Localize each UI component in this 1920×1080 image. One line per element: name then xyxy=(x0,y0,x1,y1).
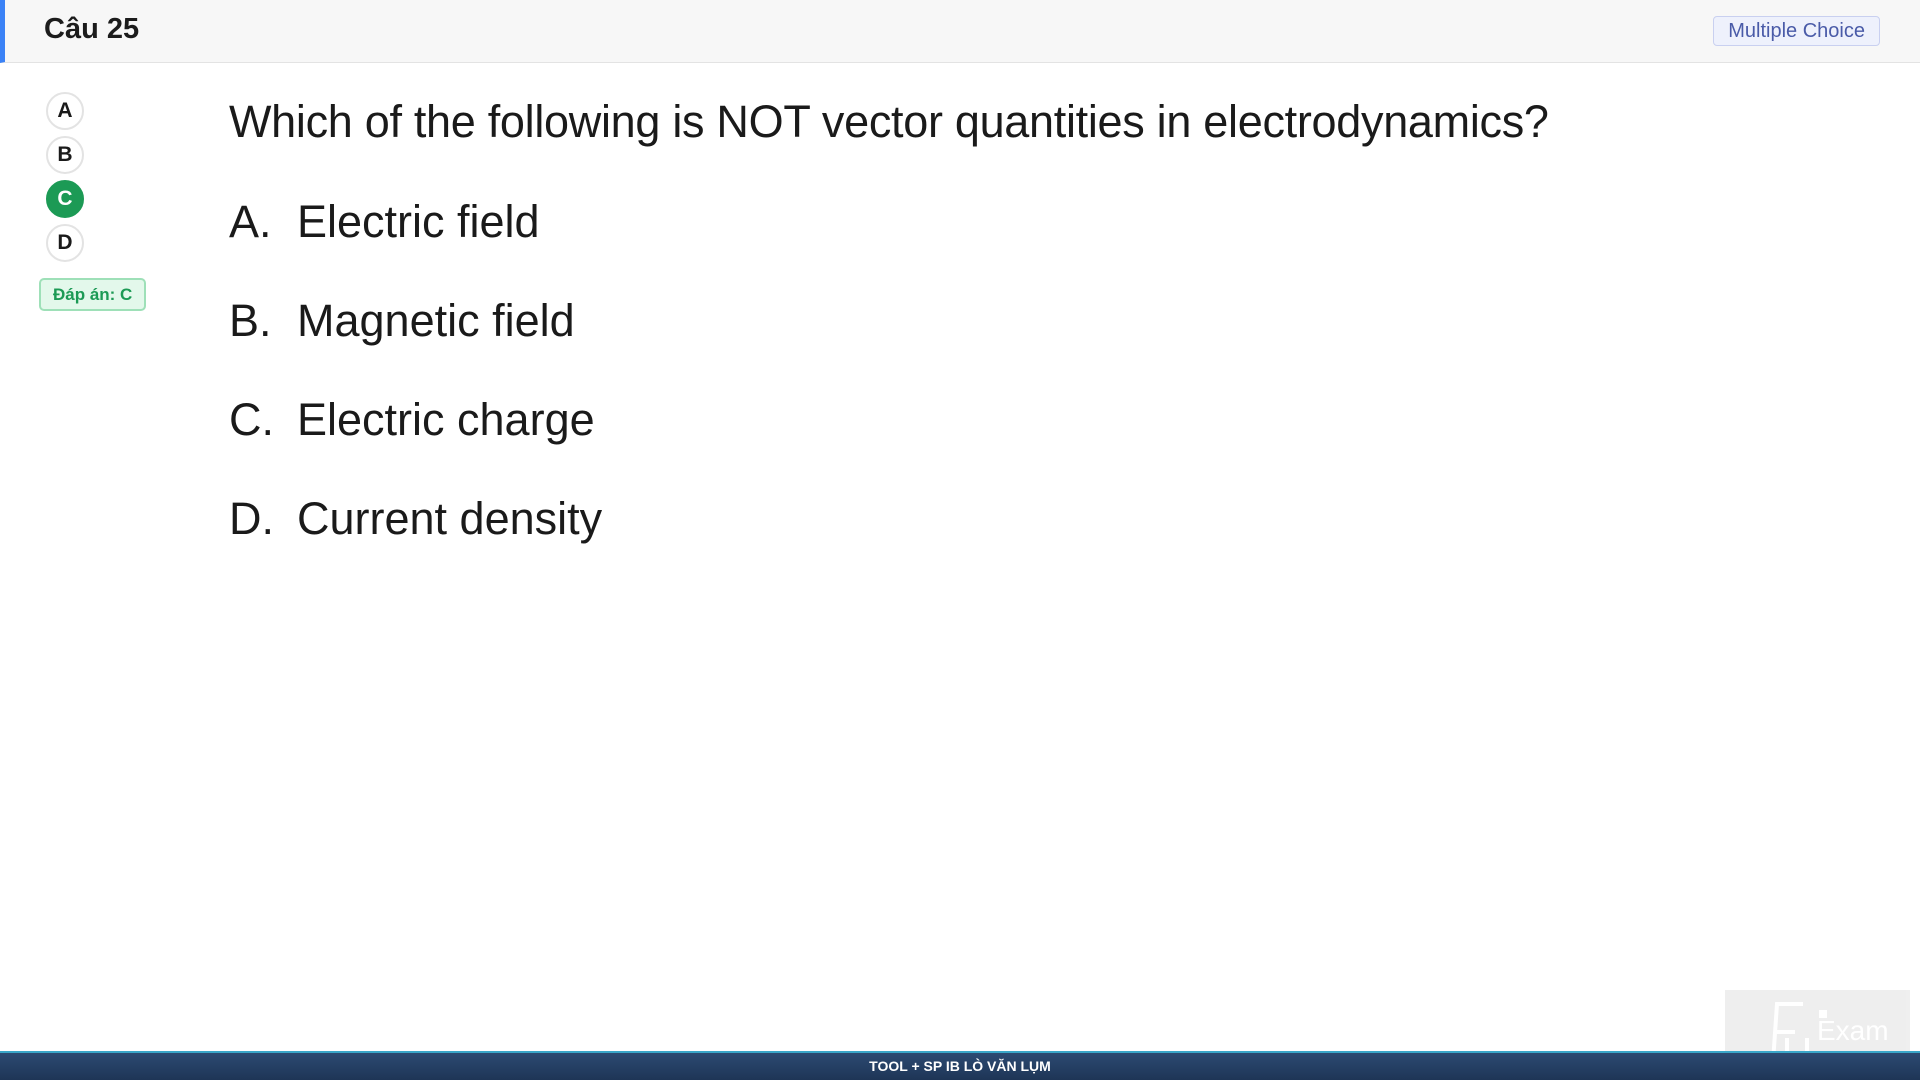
option-text: Magnetic field xyxy=(297,295,575,346)
option-a: A. Electric field xyxy=(229,192,1829,291)
option-letter: A. xyxy=(229,196,272,247)
option-text: Current density xyxy=(297,493,603,544)
option-c: C. Electric charge xyxy=(229,390,1829,489)
choice-c-button[interactable]: C xyxy=(46,180,84,218)
footer-bar: TOOL + SP IB LÒ VĂN LỤM xyxy=(0,1051,1920,1080)
choice-a-button[interactable]: A xyxy=(46,92,84,130)
question-content: Which of the following is NOT vector qua… xyxy=(229,92,1829,588)
choice-d-button[interactable]: D xyxy=(46,224,84,262)
option-b: B. Magnetic field xyxy=(229,291,1829,390)
watermark-text: Exam xyxy=(1817,1015,1889,1046)
option-text: Electric field xyxy=(297,196,540,247)
question-header: Câu 25 Multiple Choice xyxy=(0,0,1920,63)
question-number: Câu 25 xyxy=(44,13,140,45)
option-letter: C. xyxy=(229,394,274,445)
correct-answer-badge: Đáp án: C xyxy=(39,278,147,311)
option-letter: D. xyxy=(229,493,274,544)
question-type-badge: Multiple Choice xyxy=(1713,16,1880,46)
choice-b-button[interactable]: B xyxy=(46,136,84,174)
answer-choice-list: A B C D xyxy=(46,92,86,268)
option-text: Electric charge xyxy=(297,394,595,445)
option-letter: B. xyxy=(229,295,272,346)
option-d: D. Current density xyxy=(229,489,1829,588)
question-text: Which of the following is NOT vector qua… xyxy=(229,96,1549,147)
